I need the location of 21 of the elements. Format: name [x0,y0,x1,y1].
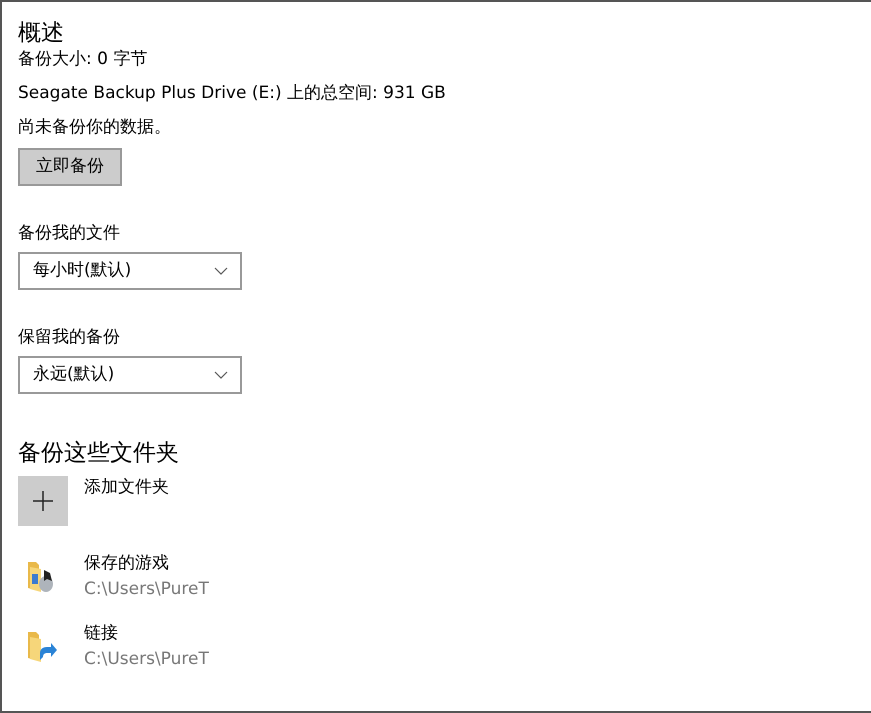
folder-path: C:\Users\PureT [84,648,209,670]
chevron-down-icon [214,370,228,378]
section-heading: 概述 [18,19,65,48]
setting-label: 保留我的备份 [18,326,121,348]
folder-path: C:\Users\PureT [84,578,209,600]
backup-now-button[interactable]: 立即备份 [18,148,122,186]
setting-label: 备份我的文件 [18,222,121,244]
chevron-down-icon [214,266,228,274]
folder-name: 保存的游戏 [84,552,170,574]
info-text: 尚未备份你的数据。 [18,116,172,138]
dropdown[interactable]: 每小时(默认) [18,252,242,290]
section-heading: 备份这些文件夹 [18,438,180,468]
add-folder-label: 添加文件夹 [84,476,169,498]
dropdown[interactable]: 永远(默认) [18,356,242,394]
dropdown-value: 永远(默认) [33,362,114,386]
info-text: 备份大小: 0 字节 [18,48,148,70]
add-folder-button[interactable] [18,476,68,526]
plus-icon [33,490,53,510]
info-text: Seagate Backup Plus Drive (E:) 上的总空间: 931 GB [18,82,447,104]
folder-name: 链接 [84,622,119,644]
dropdown-value: 每小时(默认) [33,258,132,282]
